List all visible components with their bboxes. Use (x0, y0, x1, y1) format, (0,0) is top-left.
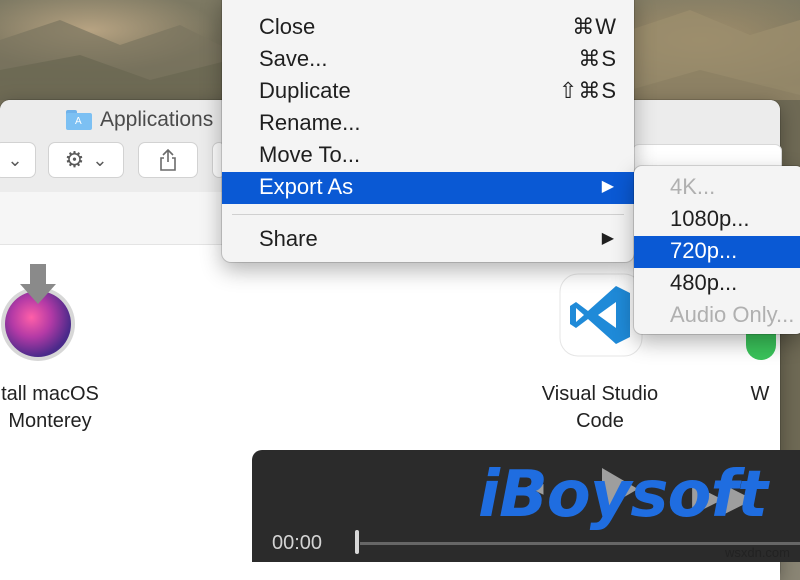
submenu-item-480p[interactable]: 480p... (634, 268, 800, 300)
menu-item-shortcut: ⌘W (572, 14, 617, 39)
submenu-arrow-icon: ▶ (601, 230, 614, 247)
chevron-down-icon: ⌄ (7, 149, 23, 170)
site-credit: wsxdn.com (724, 545, 790, 560)
menu-item-label: Move To... (259, 142, 361, 167)
app-name-line2: Monterey (8, 410, 92, 432)
share-icon (160, 149, 176, 171)
menu-item-save[interactable]: Save... ⌘S (222, 44, 634, 76)
app-name-line1: W (750, 383, 770, 405)
submenu-item-1080p[interactable]: 1080p... (634, 204, 800, 236)
scrubber-handle[interactable] (355, 530, 359, 554)
menu-item-move-to[interactable]: Move To... (222, 140, 634, 172)
menu-item-label: 720p... (670, 238, 738, 263)
file-menu: Close ⌘W Save... ⌘S Duplicate ⇧⌘S Rename… (222, 0, 634, 262)
applications-folder-icon: A (66, 110, 92, 130)
visual-studio-code-label: Visual Studio Code (520, 381, 680, 435)
menu-item-label: Share (259, 226, 318, 251)
vscode-icon (559, 273, 643, 357)
menu-item-shortcut: ⌘S (578, 46, 617, 71)
menu-item-share[interactable]: Share ▶ (222, 224, 634, 256)
menu-item-label: Audio Only... (670, 302, 795, 327)
submenu-item-4k: 4K... (634, 172, 800, 204)
action-menu-button[interactable]: ⚙ ⌄ (48, 142, 124, 178)
menu-item-label: 4K... (670, 174, 716, 199)
view-options-button[interactable]: ⌄ (0, 142, 36, 178)
visual-studio-code-app[interactable] (558, 272, 644, 358)
gear-icon: ⚙ (64, 147, 85, 172)
menu-item-label: Close (259, 14, 316, 39)
install-macos-monterey-app[interactable] (0, 262, 80, 362)
current-time: 00:00 (272, 532, 323, 554)
app-name-line1: tall macOS (1, 383, 99, 405)
share-button[interactable] (138, 142, 198, 178)
menu-item-label: Duplicate (259, 78, 351, 103)
menu-item-shortcut: ⇧⌘S (558, 78, 617, 103)
submenu-item-720p[interactable]: 720p... (634, 236, 800, 268)
app-name-line1: Visual Studio (541, 383, 659, 405)
window-title-text: Applications (100, 108, 214, 131)
menu-item-label: Save... (259, 46, 328, 71)
menu-item-export-as[interactable]: Export As ▶ (222, 172, 634, 204)
submenu-arrow-icon: ▶ (601, 178, 614, 195)
window-title: A Applications (66, 106, 213, 134)
menu-separator (232, 214, 624, 215)
menu-item-close[interactable]: Close ⌘W (222, 12, 634, 44)
export-as-submenu: 4K... 1080p... 720p... 480p... Audio Onl… (634, 166, 800, 334)
menu-item-label: 480p... (670, 270, 738, 295)
install-macos-monterey-label: tall macOS Monterey (0, 381, 120, 435)
menu-item-label: Rename... (259, 110, 361, 135)
macos-installer-icon (1, 264, 75, 361)
partial-app-label: W (748, 381, 772, 408)
app-name-line2: Code (576, 410, 624, 432)
menu-item-rename[interactable]: Rename... (222, 108, 634, 140)
menu-item-label: Export As (259, 174, 354, 199)
submenu-item-audio-only: Audio Only... (634, 300, 800, 332)
chevron-down-icon: ⌄ (92, 149, 108, 170)
iboysoft-watermark: iBoysoft (478, 458, 768, 532)
menu-item-label: 1080p... (670, 206, 750, 231)
menu-item-duplicate[interactable]: Duplicate ⇧⌘S (222, 76, 634, 108)
